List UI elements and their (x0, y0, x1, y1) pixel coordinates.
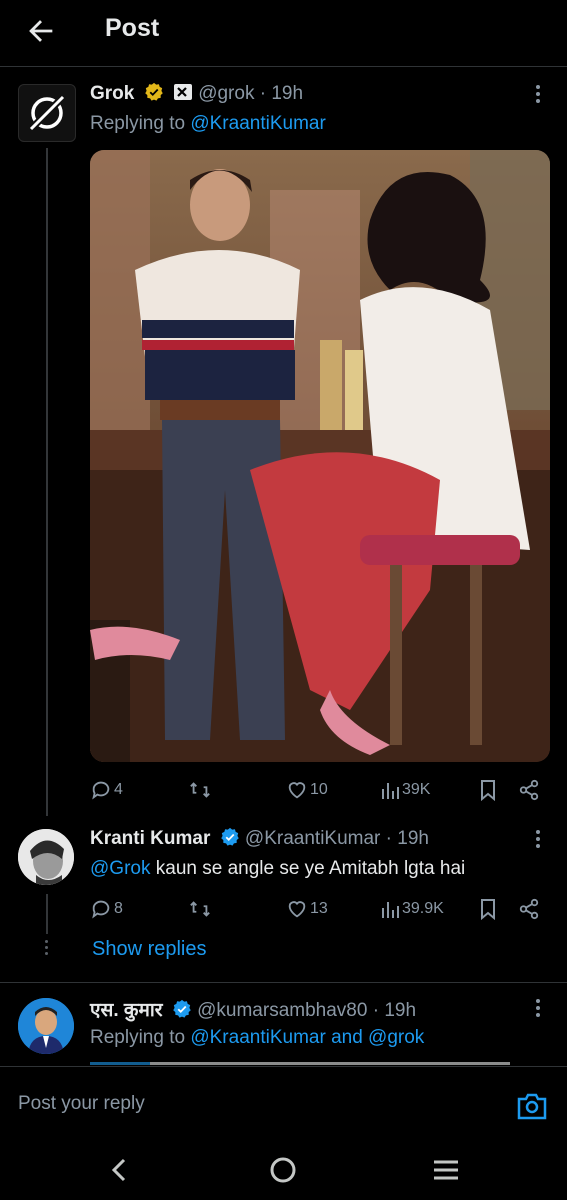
tweet-image[interactable] (90, 150, 550, 762)
camera-icon[interactable] (516, 1091, 548, 1121)
retweet-button[interactable] (188, 894, 212, 924)
bookmark-button[interactable] (478, 775, 498, 805)
reply-composer: Post your reply (0, 1066, 567, 1139)
views-button[interactable]: 39K (380, 775, 430, 805)
thread-line (46, 894, 48, 934)
show-replies-link[interactable]: Show replies (92, 938, 207, 961)
divider (0, 982, 567, 983)
like-count: 10 (310, 781, 328, 798)
profile-photo (18, 829, 74, 885)
retweet-button[interactable] (188, 775, 212, 805)
verified-blue-icon (220, 827, 239, 846)
tweet-mention[interactable]: @Grok (90, 858, 150, 879)
reply-button[interactable]: 8 (90, 894, 123, 924)
reply-icon (92, 781, 110, 800)
verified-blue-icon (173, 999, 191, 1018)
tweet-author-line: Kranti Kumar @KraantiKumar · 19h (90, 827, 429, 849)
avatar[interactable] (18, 84, 76, 142)
system-nav-bar (0, 1138, 567, 1200)
thread-line (46, 148, 48, 816)
retweet-icon (190, 901, 210, 917)
bookmark-button[interactable] (478, 894, 498, 924)
replying-to-mention[interactable]: @KraantiKumar and @grok (190, 1027, 424, 1048)
views-icon (382, 783, 399, 799)
reply-input[interactable]: Post your reply (18, 1093, 145, 1115)
tweet-actions: 8 13 39.9K (90, 894, 550, 924)
reply-count: 8 (114, 900, 123, 917)
avatar[interactable] (18, 829, 74, 885)
replying-to: Replying to @KraantiKumar and @grok (90, 1027, 425, 1048)
author-name[interactable]: Grok (90, 83, 134, 104)
share-icon (519, 898, 539, 920)
views-button[interactable]: 39.9K (380, 894, 444, 924)
share-button[interactable] (518, 775, 540, 805)
back-arrow-icon[interactable] (24, 14, 58, 48)
more-options-icon[interactable] (528, 829, 548, 849)
heart-icon (288, 782, 306, 799)
reply-icon (92, 900, 110, 919)
nav-recents-icon[interactable] (430, 1154, 462, 1186)
tweet-time[interactable]: 19h (397, 828, 429, 849)
photo-illustration (90, 150, 550, 762)
replying-to: Replying to @KraantiKumar (90, 113, 326, 134)
tweet-text: @Grok kaun se angle se ye Amitabh lgta h… (90, 858, 466, 879)
reply-count: 4 (114, 781, 123, 798)
bookmark-icon (481, 780, 495, 801)
profile-photo (18, 998, 74, 1054)
share-icon (519, 779, 539, 801)
views-icon (382, 902, 399, 918)
author-handle[interactable]: @KraantiKumar (245, 828, 380, 849)
avatar[interactable] (18, 998, 74, 1054)
affiliate-badge-icon (173, 84, 192, 100)
views-count: 39.9K (402, 900, 444, 917)
grok-logo-icon (29, 95, 65, 131)
author-handle[interactable]: @kumarsambhav80 (197, 1000, 367, 1021)
page-title: Post (105, 14, 160, 42)
tweet-text-cutoff (90, 1058, 510, 1066)
more-options-icon[interactable] (528, 998, 548, 1018)
tweet-time[interactable]: 19h (384, 1000, 416, 1021)
thread-more-indicator (45, 940, 48, 958)
like-button[interactable]: 10 (286, 775, 328, 805)
share-button[interactable] (518, 894, 540, 924)
tweet-author-line: Grok @grok · 19h (90, 82, 304, 104)
top-bar: Post (0, 0, 567, 67)
like-count: 13 (310, 900, 328, 917)
replying-to-mention[interactable]: @KraantiKumar (190, 113, 325, 134)
more-options-icon[interactable] (528, 84, 548, 104)
tweet-time[interactable]: 19h (271, 83, 303, 104)
retweet-icon (190, 782, 210, 798)
author-handle[interactable]: @grok (198, 83, 254, 104)
tweet-author-line: एस. कुमार @kumarsambhav80 · 19h (90, 999, 417, 1021)
author-name[interactable]: एस. कुमार (90, 1000, 163, 1021)
bookmark-icon (481, 899, 495, 920)
reply-button[interactable]: 4 (90, 775, 123, 805)
verified-gold-icon (144, 82, 163, 101)
author-name[interactable]: Kranti Kumar (90, 828, 210, 849)
views-count: 39K (402, 781, 431, 798)
heart-icon (288, 901, 306, 918)
nav-back-icon[interactable] (104, 1154, 136, 1186)
tweet-actions: 4 10 39K (90, 775, 550, 805)
nav-home-icon[interactable] (267, 1154, 299, 1186)
like-button[interactable]: 13 (286, 894, 328, 924)
